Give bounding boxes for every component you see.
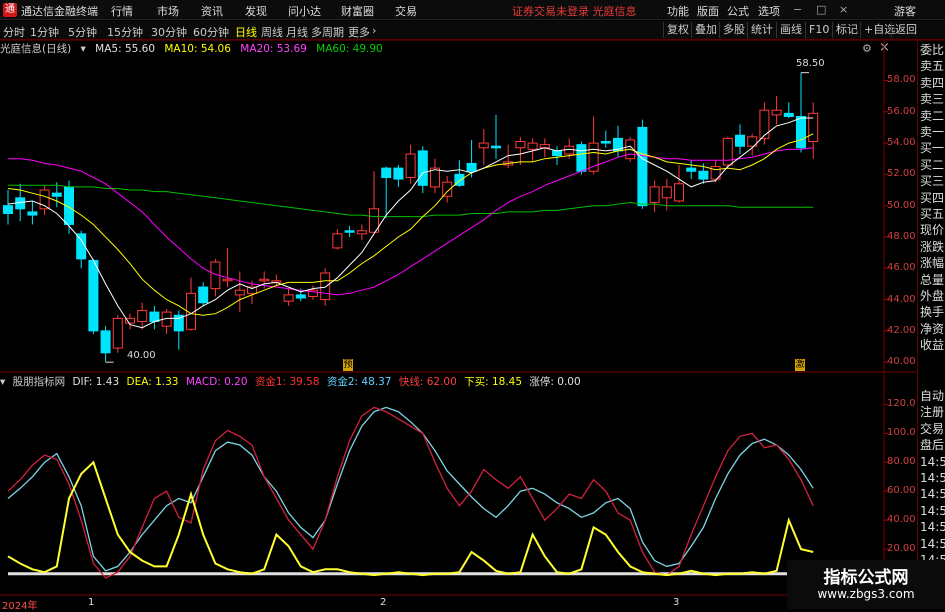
quote-side-panel: 委比 卖五 卖四 卖三 卖二 卖一 买一 买二 买三 买四 买五 现价 涨跌 涨幅 总量 外盘 换手 净资 收益 自… <box>917 41 945 609</box>
candle-body <box>417 150 428 186</box>
candle-body <box>661 186 672 199</box>
candle-body <box>576 144 587 172</box>
candle-body <box>491 145 501 149</box>
candle-body <box>112 317 123 349</box>
indicator-tick-label: 80.00 <box>887 456 916 468</box>
candle-body <box>222 278 233 282</box>
indicator-tick-label: 120.0 <box>887 398 916 410</box>
price-tick-label: 46.00 <box>887 262 916 274</box>
candle-body <box>332 233 343 249</box>
mark-badge-1[interactable]: 预 <box>343 359 353 371</box>
candle-body <box>247 286 257 294</box>
candle-body <box>796 115 806 149</box>
candle-body <box>27 211 38 216</box>
candle-body <box>759 109 770 139</box>
candle-body <box>466 162 477 172</box>
candle-body <box>698 170 709 180</box>
candle-body <box>51 192 62 197</box>
date-month-1: 1 <box>88 597 95 608</box>
watermark-title: 指标公式网 <box>823 568 909 588</box>
indicator-tick-label: 60.00 <box>887 485 916 497</box>
candle-body <box>515 141 526 149</box>
candle-body <box>405 153 416 179</box>
indicator-tick-label: 40.00 <box>887 514 916 526</box>
candle-body <box>76 233 87 260</box>
low-annotation: 40.00 <box>127 350 156 361</box>
candle-body <box>356 230 367 235</box>
candle-body <box>3 205 13 215</box>
candle-body <box>527 142 538 150</box>
indicator-tick-label: 20.00 <box>887 543 916 555</box>
candle-body <box>478 142 489 149</box>
candle-body <box>320 272 331 301</box>
candle-body <box>771 109 782 116</box>
candle-body <box>137 310 148 322</box>
candle-body <box>344 230 355 233</box>
candlestick-chart <box>3 72 819 363</box>
price-tick-label: 52.00 <box>887 168 916 180</box>
price-tick-label: 50.00 <box>887 199 916 211</box>
high-annotation: 58.50 <box>796 58 825 69</box>
candle-body <box>600 141 611 144</box>
price-tick-label: 56.00 <box>887 105 916 117</box>
candle-body <box>783 112 794 117</box>
candle-body <box>198 286 209 304</box>
candle-body <box>674 183 684 202</box>
indicator-tick-label: 100.0 <box>887 427 916 439</box>
candle-body <box>88 259 99 332</box>
indicator-fast-line <box>7 406 814 579</box>
price-tick-label: 40.00 <box>887 356 916 368</box>
date-month-2: 2 <box>380 597 387 608</box>
candle-body <box>100 330 111 354</box>
watermark-url: www.zbgs3.com <box>817 587 915 601</box>
price-tick-label: 58.00 <box>887 74 916 86</box>
side-label[interactable]: 收益 <box>920 336 945 355</box>
candle-body <box>283 294 294 302</box>
date-year: 2024年 <box>2 601 38 612</box>
candle-body <box>722 137 733 166</box>
mark-badge-2[interactable]: 激 <box>795 359 805 371</box>
candle-body <box>295 294 306 299</box>
candle-body <box>637 126 648 207</box>
candle-body <box>259 278 270 282</box>
price-tick-label: 48.00 <box>887 230 916 242</box>
chart-area[interactable] <box>0 0 945 609</box>
candle-body <box>735 134 745 147</box>
candle-body <box>686 167 697 172</box>
price-tick-label: 54.00 <box>887 137 916 149</box>
candle-body <box>234 289 245 296</box>
candle-body <box>393 167 404 180</box>
candle-body <box>552 150 562 157</box>
watermark: 指标公式网 www.zbgs3.com <box>787 560 945 609</box>
date-month-3: 3 <box>673 597 680 608</box>
price-tick-label: 44.00 <box>887 293 916 305</box>
price-tick-label: 42.00 <box>887 324 916 336</box>
indicator-chart <box>7 406 814 579</box>
indicator-fund2-line <box>7 406 814 572</box>
candle-body <box>381 167 392 179</box>
candle-body <box>149 311 160 322</box>
candle-body <box>649 186 660 204</box>
